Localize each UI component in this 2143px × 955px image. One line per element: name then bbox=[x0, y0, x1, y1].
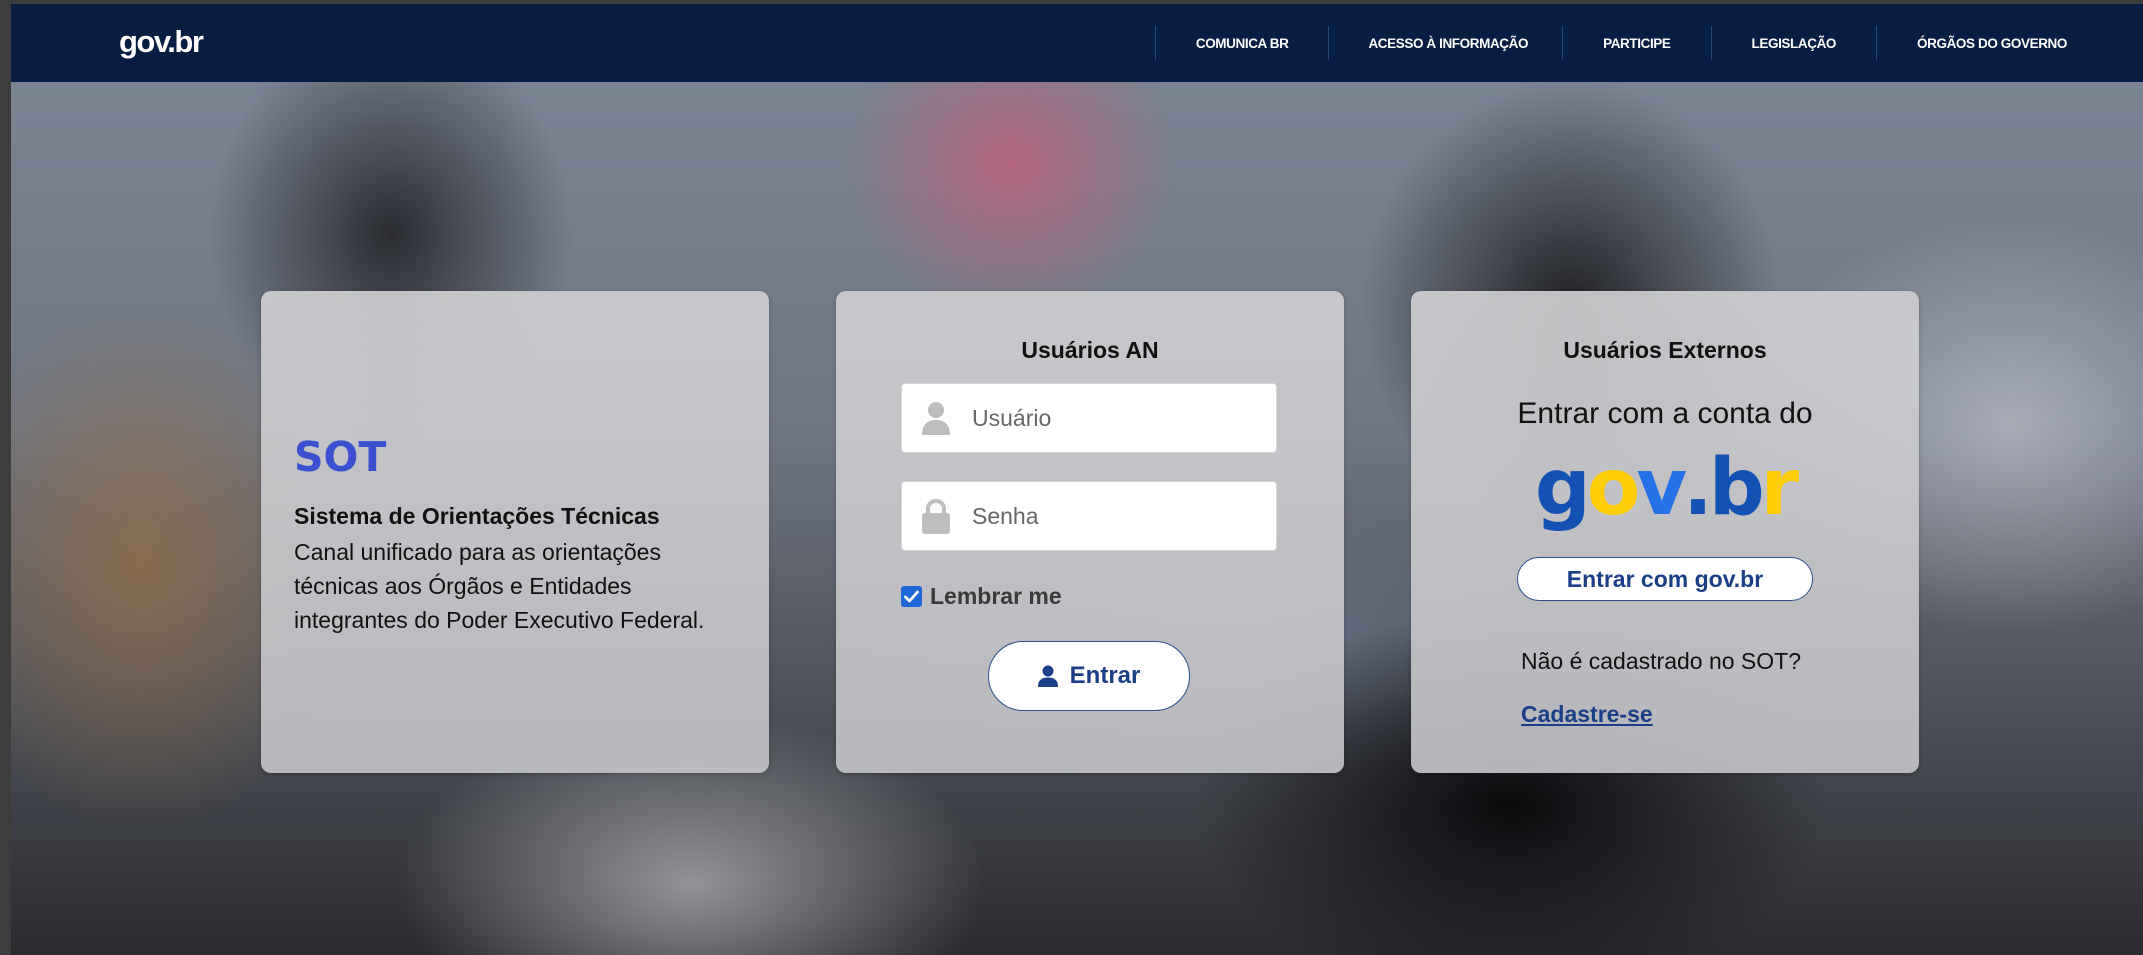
nav-participe[interactable]: PARTICIPE bbox=[1562, 26, 1710, 60]
user-icon bbox=[1037, 665, 1058, 687]
nav-legislacao[interactable]: LEGISLAÇÃO bbox=[1710, 26, 1877, 60]
not-registered-text: Não é cadastrado no SOT? bbox=[1521, 648, 1801, 674]
main-nav: COMUNICA BR ACESSO À INFORMAÇÃO PARTICIP… bbox=[1154, 4, 2143, 82]
nav-acesso-informacao[interactable]: ACESSO À INFORMAÇÃO bbox=[1328, 26, 1562, 60]
logo-letter-v: v bbox=[1636, 443, 1687, 533]
logo-letter-r: r bbox=[1760, 443, 1800, 533]
remember-label: Lembrar me bbox=[930, 583, 1062, 609]
external-login-card: Usuários Externos Entrar com a conta do … bbox=[1411, 291, 1919, 773]
user-icon bbox=[920, 400, 952, 436]
password-input[interactable] bbox=[972, 502, 1252, 530]
logo-letter-g: g bbox=[1534, 443, 1591, 533]
nav-comunica-br[interactable]: COMUNICA BR bbox=[1154, 26, 1329, 60]
sot-title: SOT bbox=[294, 433, 387, 481]
login-an-heading: Usuários AN bbox=[1021, 337, 1159, 363]
login-an-card: Usuários AN Usuário Lembrar me Entrar bbox=[836, 291, 1344, 773]
remember-me[interactable]: Lembrar me bbox=[901, 583, 1062, 610]
check-icon bbox=[904, 590, 919, 603]
entrar-govbr-button[interactable]: Entrar com gov.br bbox=[1517, 557, 1813, 601]
lock-icon bbox=[920, 498, 952, 534]
govbr-brand-logo: gov.br bbox=[1411, 449, 1919, 527]
username-field[interactable] bbox=[901, 383, 1277, 453]
logo-letter-b: b bbox=[1708, 443, 1765, 533]
logo-letter-o: o bbox=[1586, 443, 1641, 533]
remember-checkbox[interactable] bbox=[901, 586, 922, 607]
top-navigation-bar: gov.br COMUNICA BR ACESSO À INFORMAÇÃO P… bbox=[11, 4, 2143, 82]
logo-dot: . bbox=[1683, 443, 1713, 533]
entrar-label: Entrar bbox=[1069, 662, 1141, 689]
password-field[interactable] bbox=[901, 481, 1277, 551]
sot-subtitle: Sistema de Orientações Técnicas bbox=[294, 503, 660, 529]
external-heading: Usuários Externos bbox=[1563, 337, 1767, 363]
register-link[interactable]: Cadastre-se bbox=[1521, 701, 1653, 728]
entrar-button[interactable]: Entrar bbox=[988, 641, 1190, 711]
username-input[interactable] bbox=[972, 404, 1252, 432]
page-background: gov.br COMUNICA BR ACESSO À INFORMAÇÃO P… bbox=[11, 4, 2143, 955]
external-login-prompt: Entrar com a conta do bbox=[1517, 397, 1813, 430]
intro-card: SOT Sistema de Orientações Técnicas Cana… bbox=[261, 291, 769, 773]
govbr-logo[interactable]: gov.br bbox=[119, 26, 204, 57]
sot-description: Canal unificado para as orientações técn… bbox=[294, 539, 705, 633]
nav-orgaos-governo[interactable]: ÓRGÃOS DO GOVERNO bbox=[1876, 26, 2143, 60]
